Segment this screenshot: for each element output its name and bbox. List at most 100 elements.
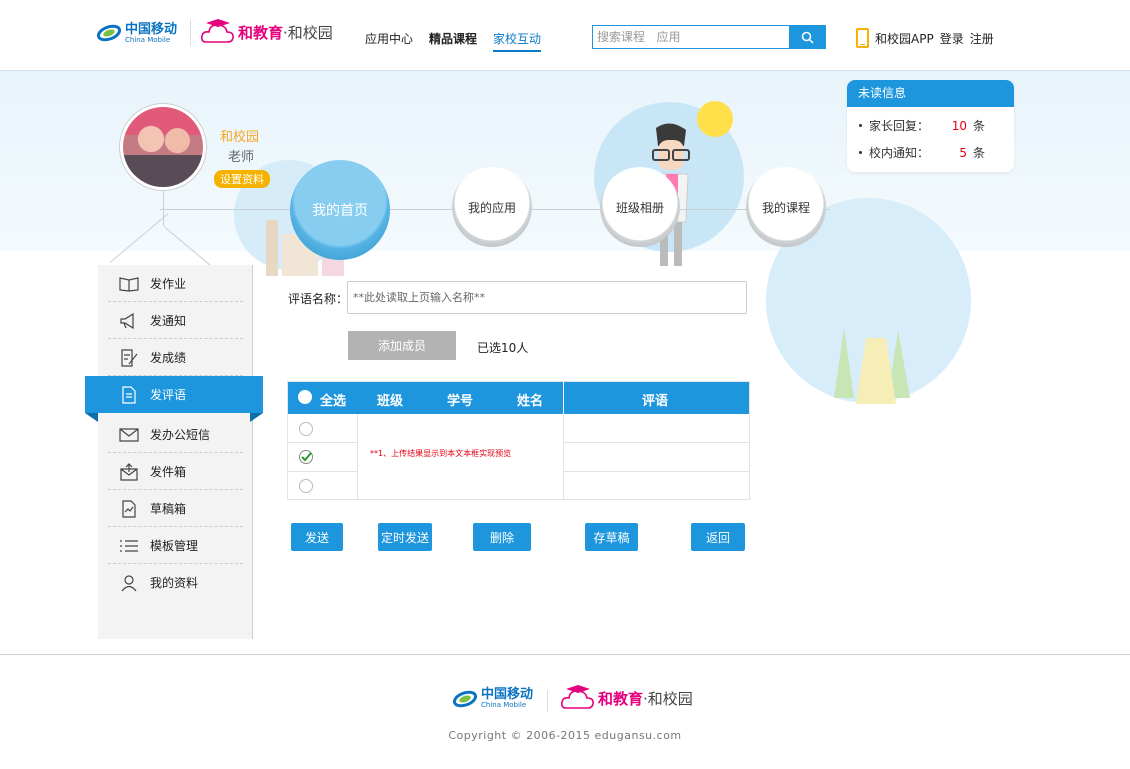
comment-name-label: 评语名称： <box>288 292 349 306</box>
search-icon <box>801 31 814 44</box>
cloud-cap-icon <box>201 19 234 43</box>
add-member-button[interactable]: 添加成员 <box>348 331 456 360</box>
selected-count: 已选10人 <box>477 341 529 355</box>
china-mobile-swirl-icon <box>453 690 477 707</box>
col-name: 姓名 <box>517 394 544 409</box>
he-education-logo[interactable]: 和教育·和校园 <box>200 15 333 49</box>
circle-nav-apps[interactable]: 我的应用 <box>452 167 532 247</box>
logo-divider <box>190 20 191 46</box>
row-radio[interactable] <box>299 422 313 436</box>
sidebar-item-outbox[interactable]: 发件箱 <box>98 453 253 490</box>
logo-cm-en: China Mobile <box>125 35 171 44</box>
col-comment: 评语 <box>642 394 669 409</box>
recipients-table: 全选 班级 学号 姓名 评语 **1、上传结果显示到本文本框实现预览 <box>287 381 750 500</box>
settings-button[interactable]: 设置资料 <box>214 170 270 188</box>
circle-nav-courses[interactable]: 我的课程 <box>746 167 826 247</box>
sidebar-item-label: 发办公短信 <box>150 428 211 442</box>
sidebar-item-label: 我的资料 <box>150 576 199 590</box>
outbox-icon <box>118 462 140 481</box>
megaphone-icon <box>118 312 140 330</box>
sidebar-item-label: 草稿箱 <box>150 502 187 516</box>
copyright: Copyright © 2006-2015 edugansu.com <box>448 729 682 742</box>
grid-line <box>563 471 749 472</box>
trees-illustration <box>834 328 910 404</box>
scheduled-send-button[interactable]: 定时发送 <box>378 523 432 551</box>
footer-logo-divider <box>547 690 548 712</box>
avatar[interactable] <box>120 104 206 190</box>
footer-divider <box>0 654 1130 655</box>
sidebar-item-label: 发件箱 <box>150 465 187 479</box>
sidebar-item-profile[interactable]: 我的资料 <box>98 564 253 601</box>
select-all-label[interactable]: 全选 <box>320 390 346 409</box>
unread-school-notices[interactable]: 校内通知： 5 条 <box>847 144 1014 161</box>
user-icon <box>118 574 140 592</box>
grid-line <box>288 442 357 443</box>
unread-unit: 条 <box>973 146 986 160</box>
unread-label: 校内通知： <box>869 146 930 160</box>
grid-line <box>288 471 357 472</box>
search-bar <box>592 25 826 49</box>
unread-count: 10 <box>951 118 967 133</box>
sidebar-item-grades[interactable]: 发成绩 <box>98 339 253 376</box>
tree-line <box>163 190 164 226</box>
logo-he-main: 和教育 <box>238 23 284 42</box>
register-link[interactable]: 注册 <box>970 30 994 47</box>
select-all-radio[interactable] <box>298 390 312 404</box>
send-button[interactable]: 发送 <box>291 523 343 551</box>
document-icon <box>118 385 140 404</box>
sidebar-item-homework[interactable]: 发作业 <box>98 265 253 302</box>
book-icon <box>118 275 140 293</box>
logo-he-main: 和教育 <box>598 689 644 708</box>
header-divider <box>563 382 564 414</box>
list-icon <box>118 537 140 555</box>
nav-app-center[interactable]: 应用中心 <box>365 30 413 52</box>
sidebar-item-label: 发作业 <box>150 277 187 291</box>
logo-cm-cn: 中国移动 <box>481 687 534 702</box>
circle-nav-album[interactable]: 班级相册 <box>600 167 680 247</box>
preview-note: **1、上传结果显示到本文本框实现预览 <box>370 449 512 458</box>
footer-china-mobile-logo: 中国移动 China Mobile <box>453 688 533 709</box>
row-radio[interactable] <box>299 479 313 493</box>
bullet-icon <box>859 124 862 127</box>
main-nav: 应用中心 精品课程 家校互动 <box>365 30 542 52</box>
envelope-icon <box>118 426 140 444</box>
sidebar-item-office-sms[interactable]: 发办公短信 <box>98 416 253 453</box>
sun-decoration <box>697 101 733 137</box>
china-mobile-swirl-icon <box>97 24 121 42</box>
nav-home-school[interactable]: 家校互动 <box>493 30 542 52</box>
save-draft-button[interactable]: 存草稿 <box>585 523 638 551</box>
login-link[interactable]: 登录 <box>940 30 964 47</box>
logo-cm-cn: 中国移动 <box>125 21 178 37</box>
check-icon <box>301 452 312 462</box>
table-header: 全选 班级 学号 姓名 评语 <box>288 382 749 414</box>
edit-doc-icon <box>118 348 140 367</box>
top-header: 中国移动 China Mobile 和教育·和校园 应用中心 精品课程 家校互动… <box>0 0 1130 71</box>
phone-icon <box>856 28 869 48</box>
search-button[interactable] <box>789 26 825 48</box>
sidebar-item-comments[interactable]: 发评语 <box>85 376 263 422</box>
back-button[interactable]: 返回 <box>691 523 745 551</box>
unread-count: 5 <box>959 145 967 160</box>
china-mobile-logo[interactable]: 中国移动 China Mobile <box>97 18 177 48</box>
logo-cm-en: China Mobile <box>481 701 527 709</box>
circle-nav-home[interactable]: 我的首页 <box>290 160 390 260</box>
logo-he-sub: 和校园 <box>287 23 333 42</box>
delete-button[interactable]: 删除 <box>473 523 531 551</box>
unread-unit: 条 <box>973 119 986 133</box>
grid-line <box>357 414 358 500</box>
nav-featured-courses[interactable]: 精品课程 <box>429 30 477 52</box>
sidebar-item-drafts[interactable]: 草稿箱 <box>98 490 253 527</box>
app-link[interactable]: 和校园APP <box>875 30 934 47</box>
unread-panel: 未读信息 家长回复： 10 条 校内通知： 5 条 <box>847 80 1014 172</box>
unread-parent-replies[interactable]: 家长回复： 10 条 <box>847 117 1014 134</box>
unread-title: 未读信息 <box>847 80 1014 107</box>
sidebar-item-templates[interactable]: 模板管理 <box>98 527 253 564</box>
search-input[interactable] <box>593 26 789 48</box>
grid-line <box>563 414 564 500</box>
sidebar-item-notice[interactable]: 发通知 <box>98 302 253 339</box>
row-checked-radio[interactable] <box>299 450 313 464</box>
sidebar-item-label: 模板管理 <box>150 539 199 553</box>
comment-name-input[interactable] <box>347 281 747 314</box>
footer-he-logo: 和教育·和校园 <box>560 684 693 712</box>
grid-line <box>563 442 749 443</box>
